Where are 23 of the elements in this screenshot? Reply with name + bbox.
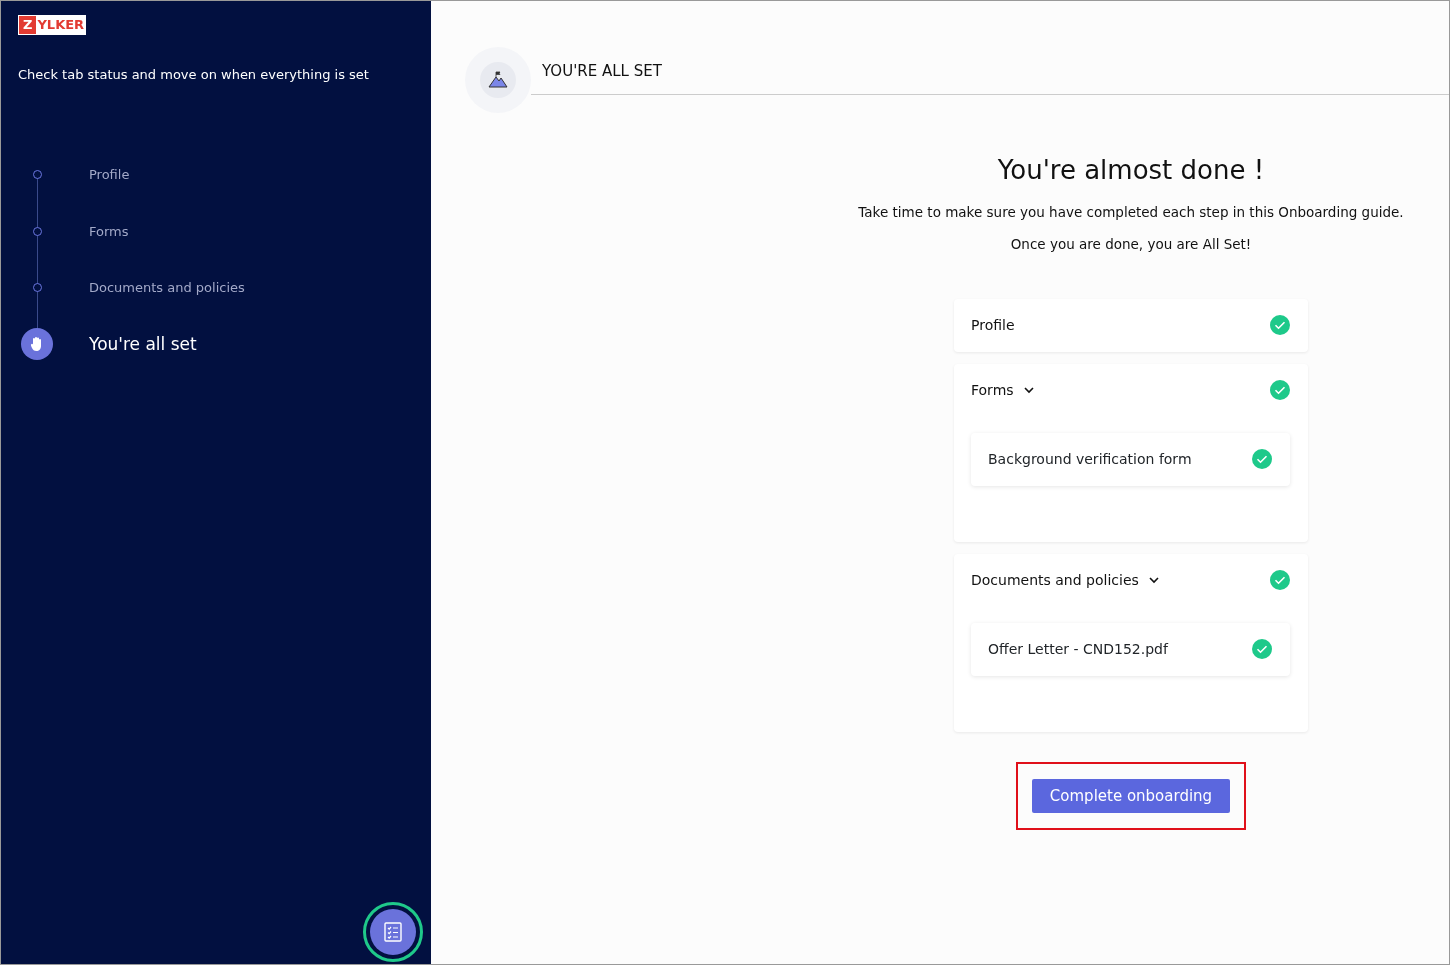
section-title[interactable]: Documents and policies xyxy=(971,569,1139,591)
document-row[interactable]: Background verification form xyxy=(971,432,1290,486)
document-name: Background verification form xyxy=(988,449,1192,469)
mountain-flag-icon xyxy=(488,71,508,89)
heading: You're almost done ! xyxy=(997,154,1265,187)
section-title[interactable]: Forms xyxy=(971,379,1014,401)
description-text: Take time to make sure you have completed each step in this Onboarding guide. xyxy=(858,203,1404,222)
checklist-icon xyxy=(384,922,402,942)
complete-onboarding-button[interactable]: Complete onboarding xyxy=(1031,778,1231,813)
sidebar-subtitle: Check tab status and move on when everything is set xyxy=(18,66,370,84)
step-label[interactable]: Profile xyxy=(89,165,130,185)
step-label[interactable]: Forms xyxy=(89,221,129,241)
step-label[interactable]: Documents and policies xyxy=(89,278,245,298)
chevron-icon[interactable] xyxy=(1146,575,1161,585)
description-text: Once you are done, you are All Set! xyxy=(1010,235,1252,255)
checklist-fab-button[interactable] xyxy=(363,902,423,962)
document-name: Offer Letter - CND152.pdf xyxy=(988,639,1168,659)
section-title[interactable]: Profile xyxy=(971,314,1015,336)
page-title: YOU'RE ALL SET xyxy=(531,47,1449,95)
chevron-icon[interactable] xyxy=(1021,385,1036,395)
document-row[interactable]: Offer Letter - CND152.pdf xyxy=(971,622,1290,676)
step-label[interactable]: You're all set xyxy=(89,331,197,357)
logo: Z YLKER xyxy=(18,15,87,35)
